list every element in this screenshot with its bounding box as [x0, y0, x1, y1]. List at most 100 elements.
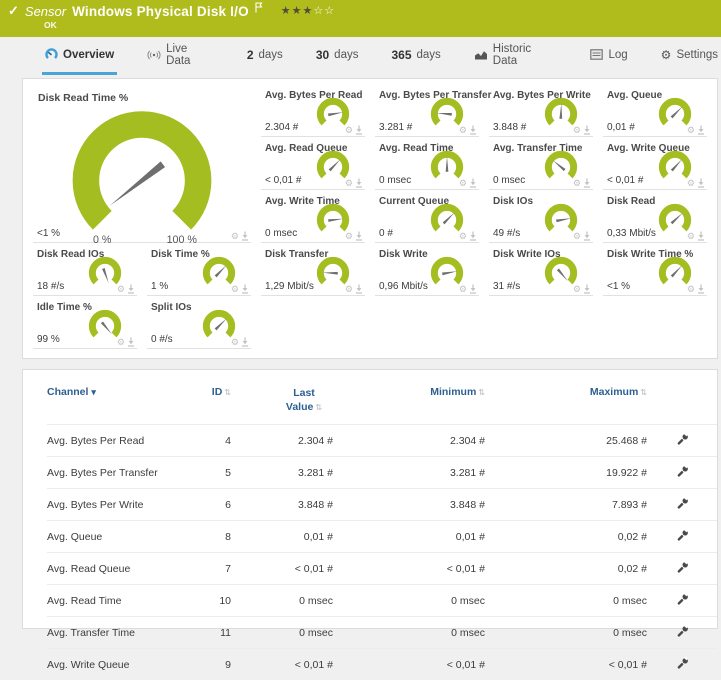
column-header-maximum[interactable]: Maximum⇅	[485, 380, 647, 425]
gear-icon[interactable]: ⚙	[231, 232, 239, 241]
cell-channel: Avg. Queue	[47, 521, 185, 553]
channel-settings-wrench-icon[interactable]	[676, 593, 689, 609]
gear-icon[interactable]: ⚙	[459, 285, 467, 294]
table-row[interactable]: Avg. Transfer Time 11 0 msec 0 msec 0 ms…	[47, 617, 717, 649]
gauge-tile[interactable]: Avg. Bytes Per Read 2.304 # ⚙	[261, 87, 365, 137]
tab-settings[interactable]: ⚙ Settings	[658, 37, 721, 75]
gauge-tile[interactable]: Avg. Transfer Time 0 msec ⚙	[489, 140, 593, 190]
gear-icon[interactable]: ⚙	[687, 285, 695, 294]
cell-id: 4	[185, 425, 231, 457]
pin-icon[interactable]	[355, 284, 363, 294]
gear-icon[interactable]: ⚙	[573, 179, 581, 188]
gauge-tile[interactable]: Idle Time % 99 % ⚙	[33, 299, 137, 349]
tab-365-days[interactable]: 365 days	[388, 37, 443, 75]
gauge-tile[interactable]: Split IOs 0 #/s ⚙	[147, 299, 251, 349]
gear-icon[interactable]: ⚙	[345, 285, 353, 294]
pin-icon[interactable]	[697, 231, 705, 241]
channel-settings-wrench-icon[interactable]	[676, 529, 689, 545]
table-row[interactable]: Avg. Read Queue 7 < 0,01 # < 0,01 # 0,02…	[47, 553, 717, 585]
table-row[interactable]: Avg. Bytes Per Write 6 3.848 # 3.848 # 7…	[47, 489, 717, 521]
main-gauge-tile[interactable]: Disk Read Time % 0 % 100 % <1 % ⚙	[33, 87, 251, 243]
gear-icon[interactable]: ⚙	[459, 179, 467, 188]
gear-icon[interactable]: ⚙	[117, 338, 125, 347]
tab-overview[interactable]: Overview	[42, 37, 117, 75]
pin-icon[interactable]	[583, 125, 591, 135]
pin-icon[interactable]	[583, 231, 591, 241]
column-header-id[interactable]: ID⇅	[185, 380, 231, 425]
gear-icon[interactable]: ⚙	[687, 179, 695, 188]
channel-settings-wrench-icon[interactable]	[676, 497, 689, 513]
table-row[interactable]: Avg. Queue 8 0,01 # 0,01 # 0,02 #	[47, 521, 717, 553]
pin-icon[interactable]	[697, 284, 705, 294]
gear-icon[interactable]: ⚙	[345, 179, 353, 188]
pin-icon[interactable]	[241, 231, 249, 241]
gear-icon[interactable]: ⚙	[345, 232, 353, 241]
gear-icon[interactable]: ⚙	[459, 232, 467, 241]
pin-icon[interactable]	[697, 178, 705, 188]
gauge-tile[interactable]: Avg. Bytes Per Write 3.848 # ⚙	[489, 87, 593, 137]
tab-historic-data[interactable]: Historic Data	[471, 37, 561, 75]
pin-icon[interactable]	[241, 337, 249, 347]
channel-settings-wrench-icon[interactable]	[676, 657, 689, 673]
channel-settings-wrench-icon[interactable]	[676, 465, 689, 481]
pin-icon[interactable]	[583, 178, 591, 188]
gauge-tile[interactable]: Avg. Read Queue < 0,01 # ⚙	[261, 140, 365, 190]
gauge-tile[interactable]: Disk Read 0,33 Mbit/s ⚙	[603, 193, 707, 243]
cell-maximum: < 0,01 #	[485, 649, 647, 680]
table-row[interactable]: Avg. Read Time 10 0 msec 0 msec 0 msec	[47, 585, 717, 617]
pin-icon[interactable]	[469, 284, 477, 294]
gauge-tile[interactable]: Disk Transfer 1,29 Mbit/s ⚙	[261, 246, 365, 296]
gear-icon[interactable]: ⚙	[231, 338, 239, 347]
gauge-tile[interactable]: Avg. Write Time 0 msec ⚙	[261, 193, 365, 243]
gauge-needle	[671, 107, 683, 119]
channel-settings-wrench-icon[interactable]	[676, 433, 689, 449]
gear-icon[interactable]: ⚙	[573, 126, 581, 135]
gauge-tile[interactable]: Avg. Queue 0,01 # ⚙	[603, 87, 707, 137]
gear-icon[interactable]: ⚙	[117, 285, 125, 294]
gauge-tile[interactable]: Disk Write IOs 31 #/s ⚙	[489, 246, 593, 296]
table-row[interactable]: Avg. Write Queue 9 < 0,01 # < 0,01 # < 0…	[47, 649, 717, 680]
gear-icon[interactable]: ⚙	[687, 126, 695, 135]
pin-icon[interactable]	[355, 178, 363, 188]
pin-icon[interactable]	[469, 125, 477, 135]
column-header-last-value[interactable]: Last Value⇅	[231, 380, 333, 425]
cell-channel: Avg. Bytes Per Read	[47, 425, 185, 457]
pin-icon[interactable]	[697, 125, 705, 135]
gear-icon[interactable]: ⚙	[459, 126, 467, 135]
gauge-tile[interactable]: Disk Read IOs 18 #/s ⚙	[33, 246, 137, 296]
gear-icon[interactable]: ⚙	[231, 285, 239, 294]
tab-log[interactable]: Log	[587, 37, 630, 75]
gauge-tile[interactable]: Disk Time % 1 % ⚙	[147, 246, 251, 296]
flag-icon[interactable]	[255, 2, 263, 13]
gauge-tile[interactable]: Disk Write Time % <1 % ⚙	[603, 246, 707, 296]
sensor-status-banner: ✓ Sensor Windows Physical Disk I/O ★★★☆☆…	[0, 0, 721, 37]
channel-settings-wrench-icon[interactable]	[676, 561, 689, 577]
pin-icon[interactable]	[127, 284, 135, 294]
gauge-tile[interactable]: Avg. Read Time 0 msec ⚙	[375, 140, 479, 190]
column-header-channel[interactable]: Channel ▾	[47, 380, 185, 425]
gear-icon[interactable]: ⚙	[573, 285, 581, 294]
pin-icon[interactable]	[127, 337, 135, 347]
gauge-tile[interactable]: Avg. Write Queue < 0,01 # ⚙	[603, 140, 707, 190]
table-row[interactable]: Avg. Bytes Per Transfer 5 3.281 # 3.281 …	[47, 457, 717, 489]
tab-30-days[interactable]: 30 days	[313, 37, 362, 75]
pin-icon[interactable]	[583, 284, 591, 294]
pin-icon[interactable]	[241, 284, 249, 294]
gauge-tile[interactable]: Avg. Bytes Per Transfer 3.281 # ⚙	[375, 87, 479, 137]
table-row[interactable]: Avg. Bytes Per Read 4 2.304 # 2.304 # 25…	[47, 425, 717, 457]
pin-icon[interactable]	[355, 231, 363, 241]
column-header-minimum[interactable]: Minimum⇅	[333, 380, 485, 425]
gauge-tile[interactable]: Current Queue 0 # ⚙	[375, 193, 479, 243]
pin-icon[interactable]	[469, 178, 477, 188]
tab-live-data[interactable]: Live Data	[144, 37, 217, 75]
gear-icon[interactable]: ⚙	[573, 232, 581, 241]
gauge-tile[interactable]: Disk Write 0,96 Mbit/s ⚙	[375, 246, 479, 296]
gauge-tile[interactable]: Disk IOs 49 #/s ⚙	[489, 193, 593, 243]
tab-2-days[interactable]: 2 days	[244, 37, 286, 75]
gear-icon[interactable]: ⚙	[687, 232, 695, 241]
pin-icon[interactable]	[355, 125, 363, 135]
gear-icon[interactable]: ⚙	[345, 126, 353, 135]
pin-icon[interactable]	[469, 231, 477, 241]
priority-stars[interactable]: ★★★☆☆	[281, 4, 335, 17]
channel-settings-wrench-icon[interactable]	[676, 625, 689, 641]
